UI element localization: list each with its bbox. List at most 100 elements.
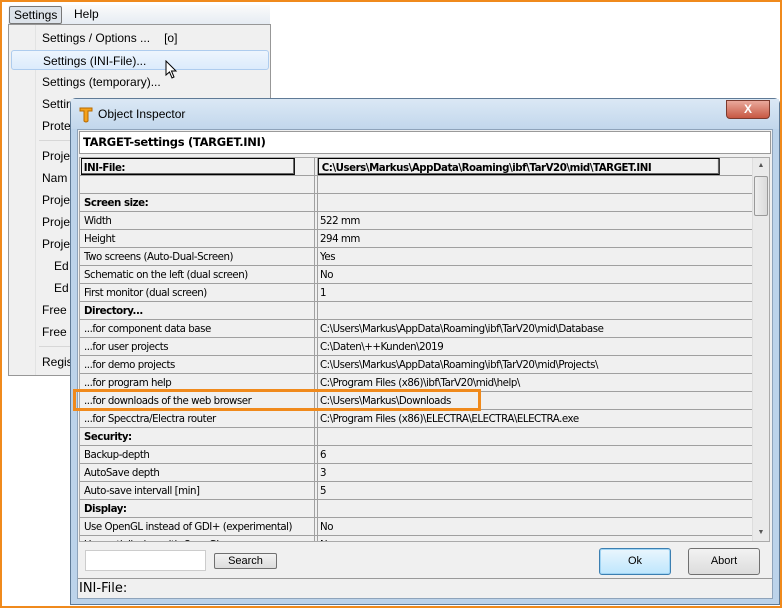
menu-bar: Settings Help	[8, 5, 270, 25]
menu-item[interactable]: Prote	[42, 116, 71, 136]
property-row[interactable]: Screen size:	[80, 194, 754, 212]
property-value[interactable]: Yes	[320, 248, 720, 265]
property-value[interactable]	[320, 428, 720, 445]
property-row[interactable]: Schematic on the left (dual screen) No	[80, 266, 754, 284]
property-row[interactable]: Display:	[80, 500, 754, 518]
property-name: Two screens (Auto-Dual-Screen)	[84, 250, 234, 263]
menu-item[interactable]: Proje	[42, 146, 70, 166]
property-row[interactable]	[80, 176, 754, 194]
property-row[interactable]: Directory...	[80, 302, 754, 320]
menu-item-label: Settings / Options ...	[42, 31, 151, 45]
property-grid: Use antialiasing with OpenGL No Use OpenGL…	[79, 157, 770, 542]
menu-item[interactable]: Settings (INI-File)...	[11, 50, 269, 70]
column-divider[interactable]	[314, 158, 318, 541]
app-logo-icon	[79, 107, 93, 123]
menu-item-label: Free	[42, 303, 67, 317]
property-row[interactable]: ...for component data base C:\Users\Marku…	[80, 320, 754, 338]
menu-help[interactable]: Help	[70, 6, 103, 24]
property-value[interactable]: 6	[320, 446, 720, 463]
property-value[interactable]: C:\Users\Markus\AppData\Roaming\ibf\TarV…	[320, 320, 720, 337]
property-name: Width	[84, 214, 112, 227]
menu-item[interactable]: Ed	[54, 278, 69, 298]
abort-button[interactable]: Abort	[688, 548, 760, 575]
scroll-thumb[interactable]	[754, 176, 768, 216]
property-row[interactable]: Use OpenGL instead of GDI+ (experimental…	[80, 518, 754, 536]
dialog-title: Object Inspector	[98, 107, 186, 121]
property-name: Use antialiasing with OpenGL	[84, 536, 293, 541]
menu-item[interactable]: Free	[42, 322, 67, 342]
menu-item[interactable]: Regis	[42, 352, 73, 372]
property-row[interactable]: AutoSave depth 3	[80, 464, 754, 482]
property-name: Security:	[84, 430, 132, 443]
mouse-cursor-icon	[165, 60, 178, 79]
menu-item[interactable]: Nam	[42, 168, 67, 188]
property-value[interactable]: No	[320, 518, 720, 535]
property-name: AutoSave depth	[84, 466, 160, 479]
menu-item[interactable]: Proje	[42, 234, 70, 254]
property-value[interactable]	[320, 500, 720, 517]
property-value[interactable]: C:\Program Files (x86)\ELECTRA\ELECTRA\E…	[320, 410, 720, 427]
menu-item-label: Ed	[54, 259, 69, 273]
property-value[interactable]: No	[320, 266, 720, 283]
property-name: First monitor (dual screen)	[84, 286, 207, 299]
property-value[interactable]: C:\Users\Markus\AppData\Roaming\ibf\TarV…	[320, 356, 720, 373]
property-row[interactable]: Two screens (Auto-Dual-Screen) Yes	[80, 248, 754, 266]
property-row[interactable]: ...for demo projects C:\Users\Markus\AppD…	[80, 356, 754, 374]
property-value[interactable]	[320, 176, 720, 193]
menu-item-label: Ed	[54, 281, 69, 295]
menu-item[interactable]: Proje	[42, 212, 70, 232]
close-button[interactable]: X	[726, 100, 770, 119]
scroll-up-icon[interactable]: ▲	[753, 158, 769, 174]
property-name: Use OpenGL instead of GDI+ (experimental…	[84, 520, 293, 533]
property-value[interactable]: C:\Users\Markus\AppData\Roaming\ibf\TarV…	[318, 158, 720, 175]
property-row[interactable]: Use antialiasing with OpenGL No	[80, 536, 754, 541]
menu-item[interactable]: Ed	[54, 256, 69, 276]
scroll-down-icon[interactable]: ▼	[753, 525, 769, 541]
property-row[interactable]: Backup-depth 6	[80, 446, 754, 464]
property-row[interactable]: Height 294 mm	[80, 230, 754, 248]
property-name: Directory...	[84, 304, 143, 317]
menu-item[interactable]: Settings / Options ... [o]	[42, 28, 177, 48]
property-value[interactable]	[320, 302, 720, 319]
ok-button[interactable]: Ok	[599, 548, 671, 575]
vertical-scrollbar[interactable]: ▲ ▼	[752, 158, 769, 541]
property-value[interactable]: 294 mm	[320, 230, 720, 247]
property-name: Screen size:	[84, 196, 149, 209]
menu-item-label: Proje	[42, 149, 71, 163]
object-inspector-dialog: Object Inspector X TARGET-settings (TARG…	[70, 98, 780, 605]
property-value[interactable]: 3	[320, 464, 720, 481]
property-row[interactable]: Width 522 mm	[80, 212, 754, 230]
property-row[interactable]: First monitor (dual screen) 1	[80, 284, 754, 302]
search-button[interactable]: Search	[214, 553, 277, 569]
property-row[interactable]: Auto-save intervall [min] 5	[80, 482, 754, 500]
property-value[interactable]: C:\Daten\++Kunden\2019	[320, 338, 720, 355]
menu-item-label: Regis	[42, 355, 73, 369]
status-bar: INI-File:	[78, 578, 772, 598]
search-input[interactable]	[85, 550, 206, 571]
dialog-client: TARGET-settings (TARGET.INI) Use antiali…	[77, 129, 773, 599]
property-value[interactable]: 5	[320, 482, 720, 499]
property-value[interactable]: 522 mm	[320, 212, 720, 229]
menu-settings[interactable]: Settings	[9, 6, 63, 24]
property-row[interactable]: ...for user projects C:\Daten\++Kunden\20…	[80, 338, 754, 356]
property-value[interactable]: 1	[320, 284, 720, 301]
property-name: ...for Specctra/Electra router	[84, 412, 216, 425]
menu-gutter	[35, 25, 36, 375]
property-row[interactable]: Security:	[80, 428, 754, 446]
menu-item[interactable]: Settings (temporary)...	[42, 72, 161, 92]
menu-item-label: Proje	[42, 193, 71, 207]
title-bar[interactable]: Object Inspector X	[71, 99, 779, 129]
menu-item-label: Settings (temporary)...	[42, 75, 161, 89]
menu-item[interactable]: Free	[42, 300, 67, 320]
property-row[interactable]: ...for Specctra/Electra router C:\Program…	[80, 410, 754, 428]
property-name: INI-File:	[81, 158, 295, 175]
menu-item-label: Nam	[42, 171, 68, 185]
property-value[interactable]: No	[320, 536, 720, 541]
menu-item-label: Settings (INI-File)...	[43, 54, 147, 68]
settings-header: TARGET-settings (TARGET.INI)	[79, 131, 771, 154]
menu-item-label: Proje	[42, 215, 71, 229]
property-row[interactable]: INI-File: C:\Users\Markus\AppData\Roaming…	[80, 158, 754, 176]
menu-item[interactable]: Settir	[42, 94, 70, 114]
menu-item[interactable]: Proje	[42, 190, 70, 210]
property-value[interactable]	[320, 194, 720, 211]
